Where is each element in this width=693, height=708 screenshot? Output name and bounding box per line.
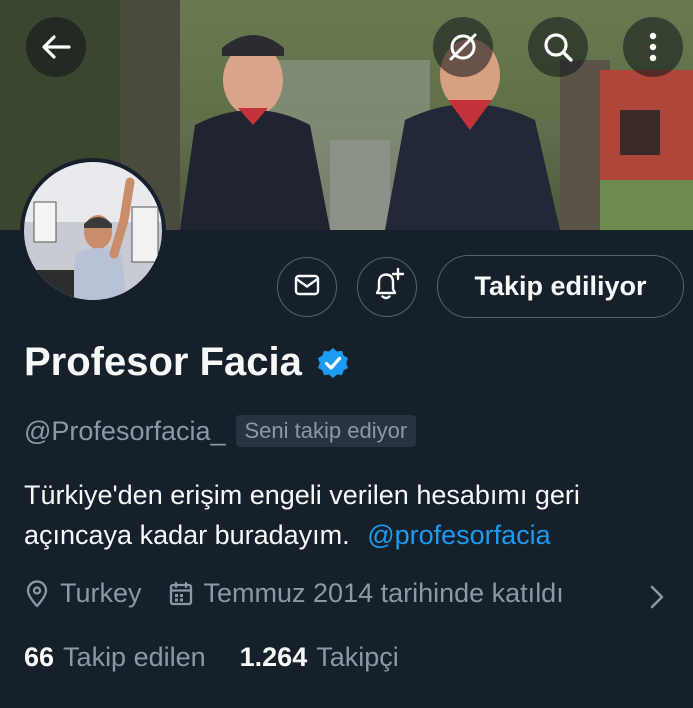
grok-button[interactable] <box>433 17 493 77</box>
follows-you-badge: Seni takip ediyor <box>235 415 417 447</box>
profile-location: Turkey <box>60 578 142 608</box>
bio-mention-link[interactable]: @profesorfacia <box>367 520 551 550</box>
search-icon <box>540 29 576 65</box>
avatar[interactable] <box>20 158 166 304</box>
message-button[interactable] <box>277 257 337 317</box>
following-button[interactable]: Takip ediliyor <box>437 255 684 318</box>
back-button[interactable] <box>26 17 86 77</box>
profile-joined-date: Temmuz 2014 tarihinde katıldı <box>203 578 564 608</box>
grok-icon <box>445 29 481 65</box>
profile-stats: 66 Takip edilen 1.264 Takipçi <box>24 642 399 673</box>
verified-badge-icon[interactable] <box>316 346 350 380</box>
chevron-right-icon[interactable] <box>648 584 666 610</box>
following-label: Takip edilen <box>63 642 206 672</box>
more-button[interactable] <box>623 17 683 77</box>
profile-meta: Turkey Temmuz 2014 tarihinde katıldı <box>24 578 564 609</box>
following-link[interactable]: 66 Takip edilen <box>24 642 206 673</box>
followers-link[interactable]: 1.264 Takipçi <box>240 642 399 673</box>
location-pin-icon <box>24 579 50 608</box>
followers-count: 1.264 <box>239 642 308 672</box>
search-button[interactable] <box>528 17 588 77</box>
back-arrow-icon <box>39 30 73 64</box>
following-count: 66 <box>24 642 55 672</box>
more-icon <box>648 31 658 63</box>
profile-bio: Türkiye'den erişim engeli verilen hesabı… <box>24 475 674 555</box>
notifications-button[interactable] <box>357 257 417 317</box>
profile-handle: @Profesorfacia_ <box>24 415 226 446</box>
bell-plus-icon <box>369 267 405 308</box>
calendar-icon <box>168 581 194 607</box>
followers-label: Takipçi <box>316 642 399 672</box>
profile-name: Profesor Facia <box>24 340 302 384</box>
mail-icon <box>292 270 322 305</box>
